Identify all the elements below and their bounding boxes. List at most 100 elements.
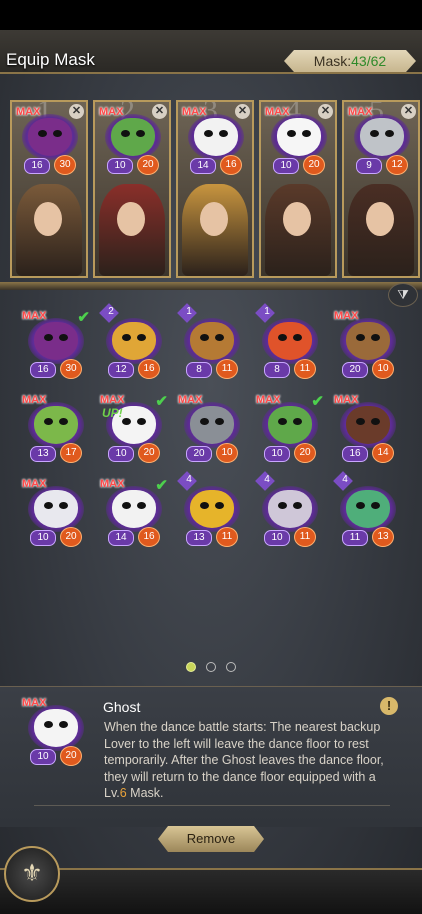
mask-eye-right bbox=[219, 130, 228, 137]
mask-icon-unicorn[interactable]: MAX 10 20 bbox=[22, 478, 86, 548]
mask-icon-leopard[interactable]: 2 12 16 bbox=[99, 303, 164, 380]
fire-stat-badge: 12 bbox=[386, 155, 408, 175]
mask-icon-bat[interactable]: MAX 16 14 bbox=[334, 394, 398, 464]
mask-icon-orc[interactable]: 4 11 13 bbox=[333, 471, 398, 548]
mask-counter: Mask:43/62 bbox=[284, 50, 416, 72]
pagination-dots bbox=[186, 662, 240, 674]
mask-icon-wolf[interactable]: MAX 16 30 ✔ bbox=[22, 309, 90, 380]
fire-stat-badge: 11 bbox=[294, 527, 316, 547]
max-level-badge: MAX bbox=[348, 106, 373, 118]
page-title: Equip Mask bbox=[6, 50, 95, 69]
equipped-check-icon: ✔ bbox=[155, 477, 168, 494]
mask-eye-right bbox=[293, 334, 302, 341]
mask-icon-raccoon[interactable]: MAX 9 12 bbox=[348, 106, 412, 176]
mask-icon-ghost[interactable]: MAX 10 20 ✔ UP! bbox=[100, 393, 168, 464]
charm-stat-badge: 10 bbox=[30, 749, 56, 765]
elephant-icon bbox=[268, 490, 312, 528]
charm-stat-badge: 14 bbox=[108, 530, 134, 546]
mask-eye-right bbox=[293, 502, 302, 509]
charm-stat-badge: 14 bbox=[190, 158, 216, 174]
charm-stat-badge: 10 bbox=[264, 446, 290, 462]
max-level-badge: MAX bbox=[22, 394, 47, 406]
mask-icon-gold[interactable]: 4 13 11 bbox=[177, 471, 242, 548]
mask-icon-wolf[interactable]: MAX 16 30 bbox=[16, 106, 80, 176]
fire-stat-badge: 17 bbox=[60, 443, 82, 463]
mask-icon-frog[interactable]: MAX 10 20 ✔ bbox=[256, 393, 324, 464]
charm-stat-badge: 10 bbox=[107, 158, 133, 174]
equipped-slot-3[interactable]: 3✕MAX1416 bbox=[176, 100, 254, 278]
mask-icon-ghost[interactable]: MAX 10 20 bbox=[265, 106, 329, 176]
mask-description-end: Mask. bbox=[126, 786, 164, 800]
equipped-slot-5[interactable]: 5✕MAX912 bbox=[342, 100, 420, 278]
mask-eye-left bbox=[278, 502, 287, 509]
charm-stat-badge: 13 bbox=[186, 530, 212, 546]
section-divider bbox=[0, 282, 422, 290]
fire-stat-badge: 10 bbox=[372, 359, 394, 379]
equipped-slot-1[interactable]: 1✕MAX1630 bbox=[10, 100, 88, 278]
mask-icon-elephant[interactable]: 4 10 11 bbox=[255, 471, 320, 548]
back-button[interactable]: ⚜ bbox=[4, 846, 60, 902]
mask-icon-toad[interactable]: MAX 13 17 bbox=[22, 394, 86, 464]
unicorn-icon bbox=[34, 490, 78, 528]
lover-face bbox=[283, 202, 311, 236]
fire-stat-badge: 20 bbox=[137, 155, 159, 175]
mask-info-panel: MAX 10 20 Ghost When the dance battle star… bbox=[0, 686, 422, 827]
mask-eye-left bbox=[200, 418, 209, 425]
max-level-badge: MAX bbox=[22, 478, 47, 490]
mask-eye-left bbox=[44, 418, 53, 425]
gold-icon bbox=[190, 490, 234, 528]
mask-icon-gargoyle[interactable]: MAX 20 10 bbox=[178, 394, 242, 464]
mask-eye-right bbox=[385, 130, 394, 137]
max-level-badge: MAX bbox=[334, 394, 359, 406]
equipped-slot-4[interactable]: 4✕MAX1020 bbox=[259, 100, 337, 278]
fire-stat-badge: 20 bbox=[303, 155, 325, 175]
mask-eye-right bbox=[215, 334, 224, 341]
charm-stat-badge: 11 bbox=[342, 530, 368, 546]
mask-eye-right bbox=[215, 418, 224, 425]
page-dot-3[interactable] bbox=[226, 662, 236, 672]
mask-icon-frog[interactable]: MAX 10 20 bbox=[99, 106, 163, 176]
mask-icon-cobra[interactable]: 1 8 11 bbox=[177, 303, 242, 380]
level-number: 2 bbox=[108, 306, 114, 317]
fire-stat-badge: 16 bbox=[138, 359, 160, 379]
page-dot-2[interactable] bbox=[206, 662, 216, 672]
mask-icon-owl[interactable]: MAX 20 10 bbox=[334, 310, 398, 380]
fire-stat-badge: 11 bbox=[216, 359, 238, 379]
ghostface-icon bbox=[194, 118, 238, 156]
mask-eye-right bbox=[371, 418, 380, 425]
info-separator bbox=[34, 805, 390, 806]
bottom-bar bbox=[0, 868, 422, 914]
mask-icon-flame[interactable]: 1 8 11 bbox=[255, 303, 320, 380]
mask-eye-right bbox=[371, 502, 380, 509]
charm-stat-badge: 20 bbox=[342, 362, 368, 378]
remove-button[interactable]: Remove bbox=[158, 826, 264, 852]
equipped-slots: 1✕MAX16302✕MAX10203✕MAX14164✕MAX10205✕MA… bbox=[10, 100, 420, 278]
filter-button[interactable]: ⧩ bbox=[388, 283, 418, 307]
level-number: 1 bbox=[264, 306, 270, 317]
mask-eye-right bbox=[137, 334, 146, 341]
mask-counter-value: 43/62 bbox=[351, 53, 387, 69]
wolf-icon bbox=[28, 118, 72, 156]
mask-icon-ghostface[interactable]: MAX 14 16 ✔ bbox=[100, 477, 168, 548]
level-number: 1 bbox=[186, 306, 192, 317]
max-level-badge: MAX bbox=[22, 697, 47, 709]
mask-icon-ghost[interactable]: MAX 10 20 bbox=[22, 697, 86, 767]
leopard-icon bbox=[112, 322, 156, 360]
equip-mask-screen: Equip Mask Mask:43/62 1✕MAX16302✕MAX1020… bbox=[0, 0, 422, 914]
equipped-check-icon: ✔ bbox=[77, 309, 90, 326]
orc-icon bbox=[346, 490, 390, 528]
page-dot-1[interactable] bbox=[186, 662, 196, 672]
equipped-slot-2[interactable]: 2✕MAX1020 bbox=[93, 100, 171, 278]
info-alert-icon[interactable]: ! bbox=[380, 697, 398, 715]
mask-eye-right bbox=[59, 334, 68, 341]
mask-eye-right bbox=[136, 130, 145, 137]
mask-eye-right bbox=[137, 418, 146, 425]
mask-grid: MAX 16 30 ✔ 2 12 16 1 8 11 1 8 11 MAX 20 10 MAX 13 17 MAX 10… bbox=[22, 303, 406, 560]
mask-icon-ghostface[interactable]: MAX 14 16 bbox=[182, 106, 246, 176]
fire-stat-badge: 20 bbox=[138, 443, 160, 463]
charm-stat-badge: 12 bbox=[108, 362, 134, 378]
max-level-badge: MAX bbox=[256, 394, 281, 406]
fire-stat-badge: 20 bbox=[60, 746, 82, 766]
fire-stat-badge: 11 bbox=[294, 359, 316, 379]
mask-eye-left bbox=[44, 334, 53, 341]
